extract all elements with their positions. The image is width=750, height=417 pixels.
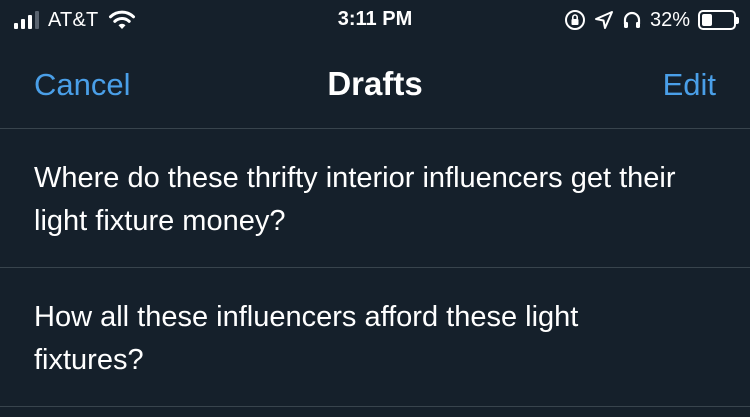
edit-button[interactable]: Edit <box>663 67 716 103</box>
location-arrow-icon <box>594 11 613 29</box>
nav-bar: Cancel Drafts Edit <box>0 40 750 128</box>
draft-item[interactable]: Where do these thrifty interior influenc… <box>0 129 750 268</box>
cancel-button[interactable]: Cancel <box>34 67 131 103</box>
draft-text: Where do these thrifty interior influenc… <box>34 162 676 237</box>
battery-percent: 32% <box>649 8 690 31</box>
drafts-list: Where do these thrifty interior influenc… <box>0 129 750 407</box>
status-bar: AT&T 3:11 PM 32% <box>0 0 750 40</box>
draft-item[interactable]: How all these influencers afford these l… <box>0 268 750 407</box>
orientation-lock-icon <box>564 10 585 30</box>
drafts-screen: AT&T 3:11 PM 32% Cancel Drafts Edit Wher… <box>0 0 750 417</box>
battery-level-fill <box>702 14 712 26</box>
status-bar-right: 32% <box>564 7 739 33</box>
headphones-icon <box>623 11 641 28</box>
battery-icon <box>698 10 739 30</box>
draft-text: How all these influencers afford these l… <box>34 301 579 376</box>
